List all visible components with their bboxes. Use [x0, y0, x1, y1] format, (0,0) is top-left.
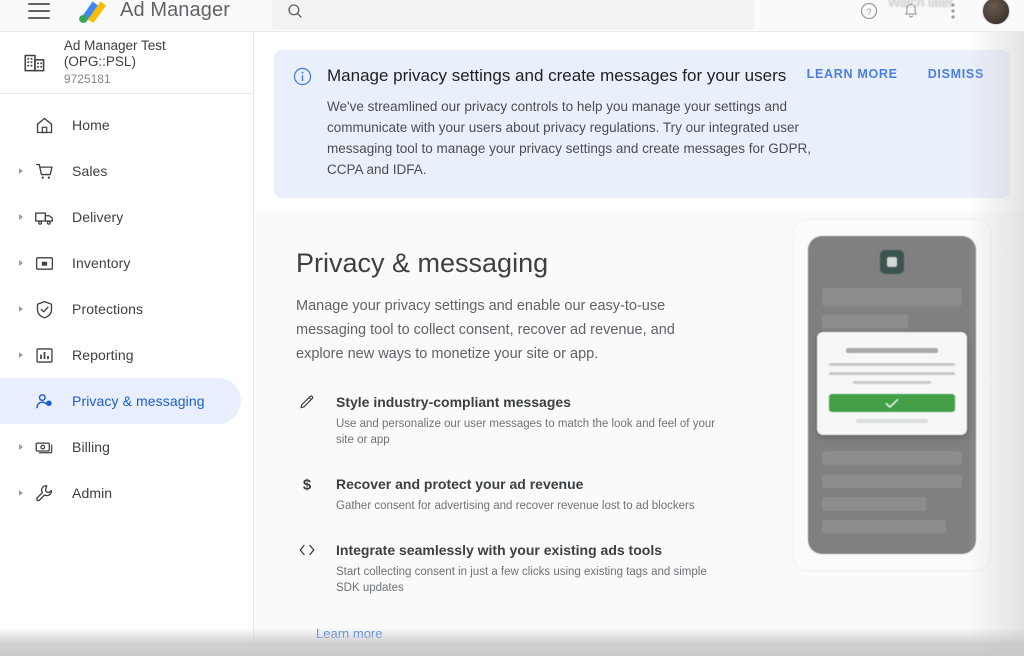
account-name: Ad Manager Test (OPG::PSL): [63, 37, 166, 69]
account-selector[interactable]: Ad Manager Test (OPG::PSL) 9725181: [0, 32, 253, 94]
dismiss-button[interactable]: DISMISS: [928, 67, 984, 81]
chevron-right-icon: [19, 260, 23, 266]
feature-list: Style industry-compliant messages Use an…: [296, 392, 736, 596]
banner-title: Manage privacy settings and create messa…: [327, 66, 787, 85]
feature-description: Gather consent for advertising and recov…: [336, 500, 695, 512]
banner-region: Manage privacy settings and create messa…: [254, 32, 1024, 212]
sidebar-item-label: Inventory: [72, 255, 131, 271]
chevron-right-icon: [19, 214, 23, 220]
inventory-box-icon: [32, 251, 56, 275]
topbar-actions: ?: [856, 0, 1024, 25]
chevron-right-icon: [19, 444, 23, 450]
top-app-bar: Ad Manager ?: [0, 0, 1024, 32]
chevron-right-icon: [19, 490, 23, 496]
sidebar-item-label: Reporting: [72, 347, 134, 363]
dollar-sign-icon: $: [296, 474, 318, 514]
consent-message-phone-mockup: [794, 220, 990, 570]
sidebar-item-label: Admin: [72, 485, 113, 501]
feature-item: $ Recover and protect your ad revenue Ga…: [296, 474, 736, 514]
svg-text:?: ?: [866, 6, 871, 16]
info-circle-icon: [292, 66, 313, 180]
banner-description: We've streamlined our privacy controls t…: [327, 99, 811, 177]
learn-more-button[interactable]: LEARN MORE: [807, 67, 898, 81]
sidebar-item-billing[interactable]: Billing: [0, 424, 241, 470]
privacy-messaging-panel: Privacy & messaging Manage your privacy …: [254, 212, 1024, 656]
sidebar-item-home[interactable]: Home: [0, 102, 241, 148]
notifications-bell-icon[interactable]: [898, 0, 924, 24]
bar-chart-icon: [32, 343, 56, 367]
truck-icon: [32, 205, 56, 229]
sidebar-item-privacy-and-messaging[interactable]: Privacy & messaging: [0, 378, 241, 424]
person-shield-icon: [32, 389, 56, 413]
building-icon: [24, 54, 45, 71]
sidebar-item-reporting[interactable]: Reporting: [0, 332, 241, 378]
shield-check-icon: [32, 297, 56, 321]
google-ad-manager-logo-icon: [79, 1, 107, 23]
feature-item: Style industry-compliant messages Use an…: [296, 392, 736, 448]
sidebar-item-admin[interactable]: Admin: [0, 470, 241, 516]
sidebar-item-label: Privacy & messaging: [72, 393, 205, 409]
sidebar-item-protections[interactable]: Protections: [0, 286, 241, 332]
app-icon: [880, 250, 904, 274]
chevron-right-icon: [19, 168, 23, 174]
privacy-promo-banner: Manage privacy settings and create messa…: [274, 50, 1010, 198]
search-box[interactable]: [271, 0, 754, 30]
pencil-icon: [296, 392, 318, 448]
more-vertical-icon[interactable]: [940, 0, 966, 24]
search-input[interactable]: [315, 2, 716, 19]
code-brackets-icon: [296, 540, 318, 596]
ad-manager-app: Ad Manager ? Watch later Ad Manager Test…: [0, 0, 1024, 656]
help-circle-icon[interactable]: ?: [856, 0, 882, 24]
sidebar-item-sales[interactable]: Sales: [0, 148, 241, 194]
sidebar-item-label: Home: [72, 117, 110, 133]
feature-title: Style industry-compliant messages: [336, 394, 571, 410]
app-title: Ad Manager: [120, 0, 230, 21]
home-icon: [32, 113, 56, 137]
sidebar-item-inventory[interactable]: Inventory: [0, 240, 241, 286]
feature-item: Integrate seamlessly with your existing …: [296, 540, 736, 596]
search-icon: [288, 3, 302, 18]
chevron-right-icon: [19, 352, 23, 358]
wrench-icon: [32, 481, 56, 505]
sidebar-item-label: Sales: [72, 163, 108, 179]
sidebar-item-label: Protections: [72, 301, 144, 317]
sidebar-item-delivery[interactable]: Delivery: [0, 194, 241, 240]
feature-description: Start collecting consent in just a few c…: [336, 566, 707, 594]
user-avatar[interactable]: [982, 0, 1010, 25]
consent-accept-button[interactable]: [829, 394, 955, 412]
learn-more-link[interactable]: Learn more: [316, 626, 382, 641]
consent-dialog: [817, 332, 967, 435]
brand: Ad Manager: [72, 0, 230, 24]
main-content: Manage privacy settings and create messa…: [254, 32, 1024, 656]
feature-description: Use and personalize our user messages to…: [336, 418, 716, 446]
feature-title: Recover and protect your ad revenue: [336, 476, 584, 492]
chevron-right-icon: [19, 306, 23, 312]
sidebar: Ad Manager Test (OPG::PSL) 9725181 Home: [0, 32, 254, 656]
sidebar-item-label: Billing: [72, 439, 111, 455]
account-id: 9725181: [63, 71, 111, 86]
sidebar-nav: Home Sales Delivery Inventory Protection…: [0, 94, 253, 516]
page-title: Privacy & messaging: [296, 248, 549, 278]
check-icon: [885, 398, 899, 408]
sidebar-item-label: Delivery: [72, 209, 124, 225]
page-subtitle: Manage your privacy settings and enable …: [296, 298, 675, 362]
hamburger-menu-icon[interactable]: [28, 2, 50, 19]
phone-frame: [808, 236, 976, 554]
feature-title: Integrate seamlessly with your existing …: [336, 542, 662, 558]
money-bills-icon: [32, 435, 56, 459]
svg-text:$: $: [303, 476, 312, 493]
shopping-cart-icon: [32, 159, 56, 183]
